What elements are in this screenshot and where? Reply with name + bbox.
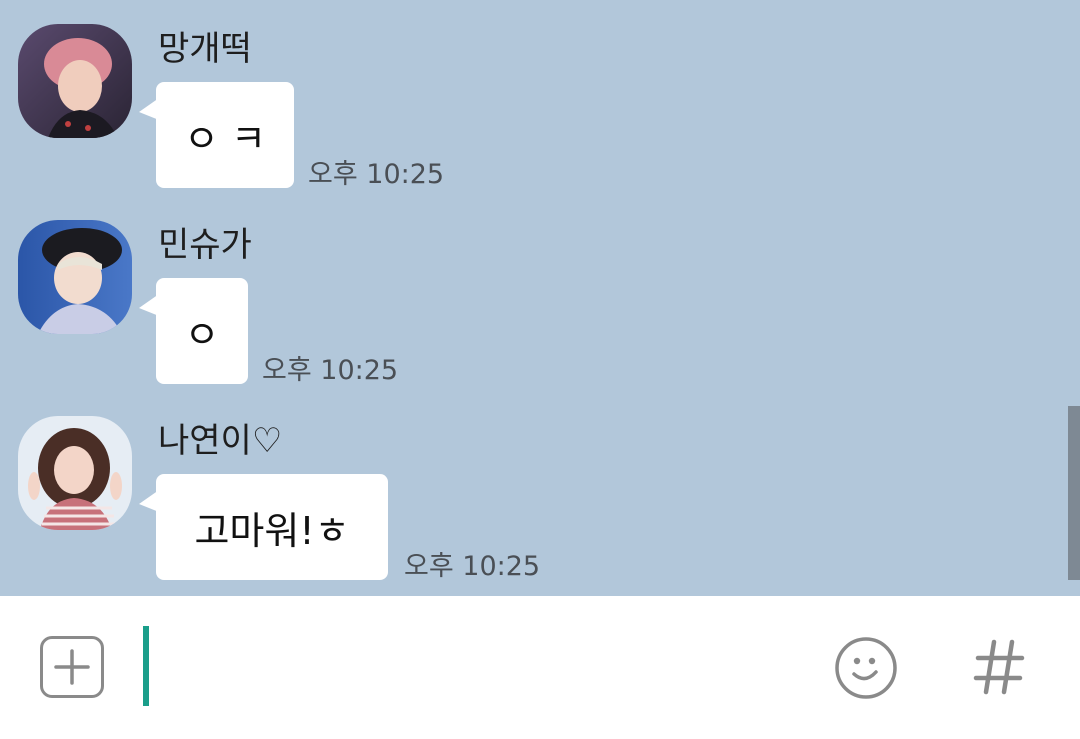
attach-plus-button[interactable] <box>40 636 104 698</box>
scrollbar[interactable] <box>1068 406 1080 580</box>
avatar-photo-icon <box>18 416 132 530</box>
text-cursor <box>143 626 149 706</box>
sender-name: 망개떡 <box>158 29 252 69</box>
message-input[interactable] <box>155 626 805 706</box>
message-time: 오후 10:25 <box>308 159 445 190</box>
avatar-photo-icon <box>18 24 132 138</box>
message-bubble[interactable]: ㅇ ㅋ <box>156 82 294 188</box>
avatar[interactable] <box>18 24 132 138</box>
chat-area[interactable]: 망개떡 ㅇ ㅋ 오후 10:25 민슈가 ㅇ 오후 10:25 나연이♡ 고마워… <box>0 0 1080 596</box>
message-time: 오후 10:25 <box>404 551 541 582</box>
hashtag-button[interactable] <box>972 636 1028 698</box>
avatar[interactable] <box>18 220 132 334</box>
message-bubble[interactable]: 고마워!ㅎ <box>156 474 388 580</box>
smiley-icon <box>835 637 897 699</box>
emoji-button[interactable] <box>834 636 898 700</box>
hashtag-icon <box>973 639 1025 695</box>
sender-name: 나연이♡ <box>158 421 283 461</box>
plus-icon <box>54 649 90 685</box>
avatar[interactable] <box>18 416 132 530</box>
avatar-photo-icon <box>18 220 132 334</box>
message-bubble[interactable]: ㅇ <box>156 278 248 384</box>
sender-name: 민슈가 <box>158 225 252 265</box>
message-time: 오후 10:25 <box>262 355 399 386</box>
